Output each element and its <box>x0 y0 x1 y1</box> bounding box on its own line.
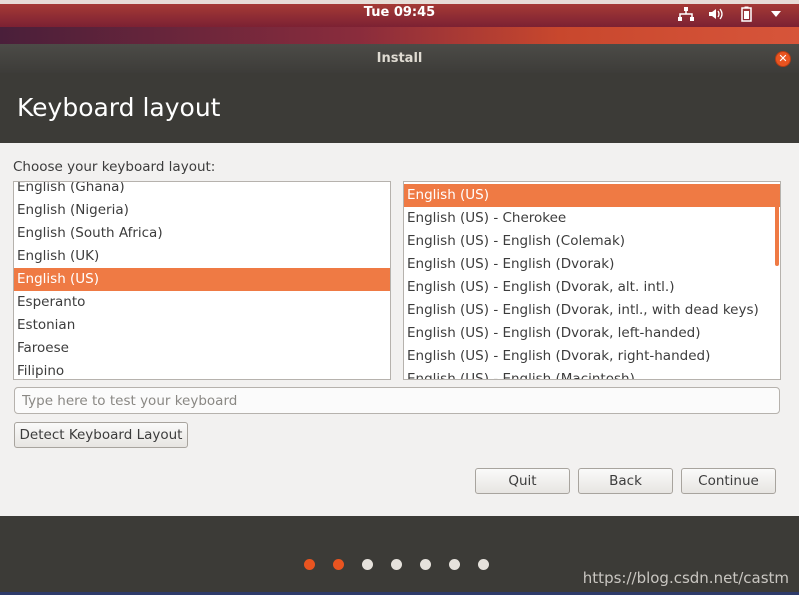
progress-dots <box>304 559 489 570</box>
page-header: Keyboard layout <box>0 73 799 143</box>
variant-list-item-selected[interactable]: English (US) <box>404 184 780 207</box>
window-titlebar[interactable]: Install ✕ <box>0 44 799 73</box>
window-title: Install <box>376 51 423 66</box>
variant-list-items: English (US) English (US) - Cherokee Eng… <box>404 184 780 379</box>
variant-list-item[interactable]: English (US) - English (Colemak) <box>404 230 780 253</box>
variant-list-item[interactable]: English (US) - English (Dvorak, alt. int… <box>404 276 780 299</box>
variant-list-scrollbar[interactable] <box>775 184 779 266</box>
continue-button[interactable]: Continue <box>681 468 776 494</box>
page-title: Keyboard layout <box>17 93 221 122</box>
progress-dot-complete <box>333 559 344 570</box>
progress-dot <box>362 559 373 570</box>
main-content: Choose your keyboard layout: English (Gh… <box>0 143 799 516</box>
layout-list-item[interactable]: English (South Africa) <box>14 222 390 245</box>
layout-list-item[interactable]: Filipino <box>14 360 390 379</box>
layout-list-item[interactable]: Estonian <box>14 314 390 337</box>
variant-list-item[interactable]: English (US) - English (Dvorak, left-han… <box>404 322 780 345</box>
network-icon[interactable] <box>677 6 695 22</box>
layout-list-items: English (Ghana) English (Nigeria) Englis… <box>14 182 390 379</box>
quit-button[interactable]: Quit <box>475 468 570 494</box>
variant-list-item[interactable]: English (US) - English (Dvorak, right-ha… <box>404 345 780 368</box>
layout-list-item-selected[interactable]: English (US) <box>14 268 390 291</box>
progress-dot-complete <box>304 559 315 570</box>
progress-dot <box>420 559 431 570</box>
variant-list-item[interactable]: English (US) - English (Dvorak, intl., w… <box>404 299 780 322</box>
layout-list-item[interactable]: English (UK) <box>14 245 390 268</box>
layout-list[interactable]: English (Ghana) English (Nigeria) Englis… <box>13 181 391 380</box>
variant-list-item[interactable]: English (US) - English (Dvorak) <box>404 253 780 276</box>
back-button[interactable]: Back <box>578 468 673 494</box>
layout-list-item[interactable]: English (Ghana) <box>14 182 390 199</box>
top-panel: Tue 09:45 <box>0 0 799 27</box>
layout-list-item[interactable]: Faroese <box>14 337 390 360</box>
installer-window: Install ✕ Keyboard layout Choose your ke… <box>0 44 799 592</box>
layout-prompt: Choose your keyboard layout: <box>13 159 216 175</box>
close-icon: ✕ <box>778 52 788 65</box>
variant-list[interactable]: English (US) English (US) - Cherokee Eng… <box>403 181 781 380</box>
progress-dot <box>391 559 402 570</box>
progress-dot <box>478 559 489 570</box>
detect-keyboard-layout-button[interactable]: Detect Keyboard Layout <box>14 422 188 448</box>
layout-list-item[interactable]: Esperanto <box>14 291 390 314</box>
battery-icon[interactable] <box>737 6 755 22</box>
chevron-down-icon[interactable] <box>767 6 785 22</box>
watermark: https://blog.csdn.net/castm <box>582 569 789 587</box>
variant-list-item[interactable]: English (US) - English (Macintosh) <box>404 368 780 379</box>
layout-list-item[interactable]: English (Nigeria) <box>14 199 390 222</box>
keyboard-test-input[interactable] <box>14 387 780 414</box>
system-tray <box>677 6 785 22</box>
volume-icon[interactable] <box>707 6 725 22</box>
close-button[interactable]: ✕ <box>775 51 791 67</box>
variant-list-item[interactable]: English (US) - Cherokee <box>404 207 780 230</box>
progress-dot <box>449 559 460 570</box>
